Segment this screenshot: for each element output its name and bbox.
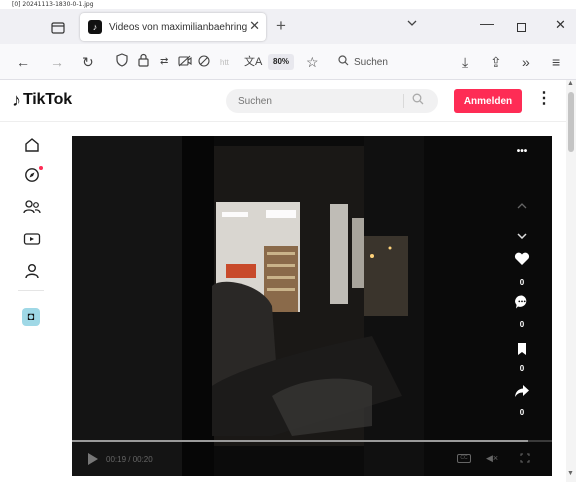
url-text[interactable]: htt [220,53,229,71]
tiktok-header: ♪ TikTok Anmelden ⋮ [0,80,566,122]
home-icon[interactable] [21,134,43,156]
more-options-icon[interactable]: ⋮ [536,88,552,108]
tab-title: Videos von maximilianbaehring [109,21,248,33]
translate-icon[interactable]: 文A [244,53,262,71]
reload-icon[interactable]: ↻ [82,53,94,71]
fullscreen-icon[interactable] [520,453,530,465]
search-divider [403,94,404,108]
browser-nav-bar: ← → ↻ ⇄ htt 文A 80% ☆ Suchen ⤓ ⇪ » ≡ [0,44,576,80]
tiktok-logo-text: TikTok [23,91,72,108]
forward-arrow-icon[interactable]: → [50,53,64,71]
camera-blocked-icon[interactable] [178,53,192,71]
image-caption: [0] 20241113-1830-0-1.jpg [12,1,94,8]
tiktok-note-icon: ♪ [12,90,21,110]
heart-icon[interactable] [510,252,534,271]
browser-tab-active[interactable]: ♪ Videos von maximilianbaehring ✕ [80,13,266,41]
captions-button[interactable]: CC [457,454,471,463]
minimize-icon[interactable]: — [480,15,494,31]
lock-icon[interactable] [138,53,149,71]
tiktok-icon: ♪ [88,20,102,34]
chevron-down-icon[interactable] [510,226,534,244]
rail-divider [18,290,44,291]
notification-dot [39,166,43,170]
shield-icon[interactable] [116,53,128,71]
like-count: 0 [519,278,525,287]
volume-muted-icon[interactable]: ◀× [486,453,498,464]
search-icon[interactable] [412,93,424,108]
new-tab-button[interactable]: + [276,16,286,36]
tab-list-icon[interactable] [48,18,68,38]
bookmark-star-icon[interactable]: ☆ [306,53,319,71]
video-controls: 00:19 / 00:20 CC ◀× [72,442,552,476]
zoom-level-badge[interactable]: 80% [268,54,295,70]
following-icon[interactable] [21,196,43,218]
comment-count: 0 [519,320,525,329]
live-icon[interactable] [21,228,43,250]
video-player[interactable]: ••• 0 0 0 0 00:19 / 00:20 CC ◀× [72,136,552,476]
share-page-icon[interactable]: ⇪ [490,53,502,71]
left-nav-rail: ◘ [0,122,56,482]
play-icon[interactable] [88,453,98,465]
permissions-icon[interactable]: ⇄ [160,53,168,71]
video-more-button[interactable]: ••• [510,146,534,157]
hamburger-menu-icon[interactable]: ≡ [552,53,560,71]
page-scrollbar[interactable]: ▲ ▼ [566,80,576,482]
video-frame [72,136,552,476]
chevron-down-icon[interactable] [407,19,417,30]
explore-icon[interactable] [21,164,43,186]
maximize-icon[interactable] [517,23,526,32]
url-fragment: htt [220,57,229,67]
mic-blocked-icon[interactable] [198,53,210,71]
app-icon[interactable]: ◘ [22,308,40,326]
scroll-up-icon[interactable]: ▲ [567,80,574,87]
tiktok-logo[interactable]: ♪ TikTok [12,90,72,110]
screenshot-root: [0] 20241113-1830-0-1.jpg ♪ Videos von m… [0,0,576,482]
scroll-down-icon[interactable]: ▼ [567,470,574,477]
close-icon[interactable]: ✕ [249,18,260,34]
share-icon[interactable] [510,384,534,403]
video-side-actions: ••• 0 0 0 0 [510,136,534,436]
bookmark-count: 0 [519,364,525,373]
overflow-chevron-icon[interactable]: » [522,53,530,71]
scrollbar-thumb[interactable] [568,92,574,152]
search-icon [338,55,349,69]
bookmark-icon[interactable] [510,342,534,361]
login-button[interactable]: Anmelden [454,89,522,113]
profile-icon[interactable] [21,260,43,282]
back-arrow-icon[interactable]: ← [16,53,30,71]
share-count: 0 [519,408,525,417]
tiktok-search-input[interactable] [238,93,398,109]
browser-tab-bar: ♪ Videos von maximilianbaehring ✕ + — ✕ [0,9,576,44]
browser-search-label: Suchen [354,56,388,68]
video-time: 00:19 / 00:20 [106,455,153,464]
window-close-icon[interactable]: ✕ [555,17,566,33]
comment-icon[interactable] [510,294,534,315]
browser-search-box[interactable]: Suchen [338,52,458,72]
download-icon[interactable]: ⤓ [462,53,468,71]
tiktok-search-bar [226,89,438,113]
chevron-up-icon[interactable] [510,196,534,214]
